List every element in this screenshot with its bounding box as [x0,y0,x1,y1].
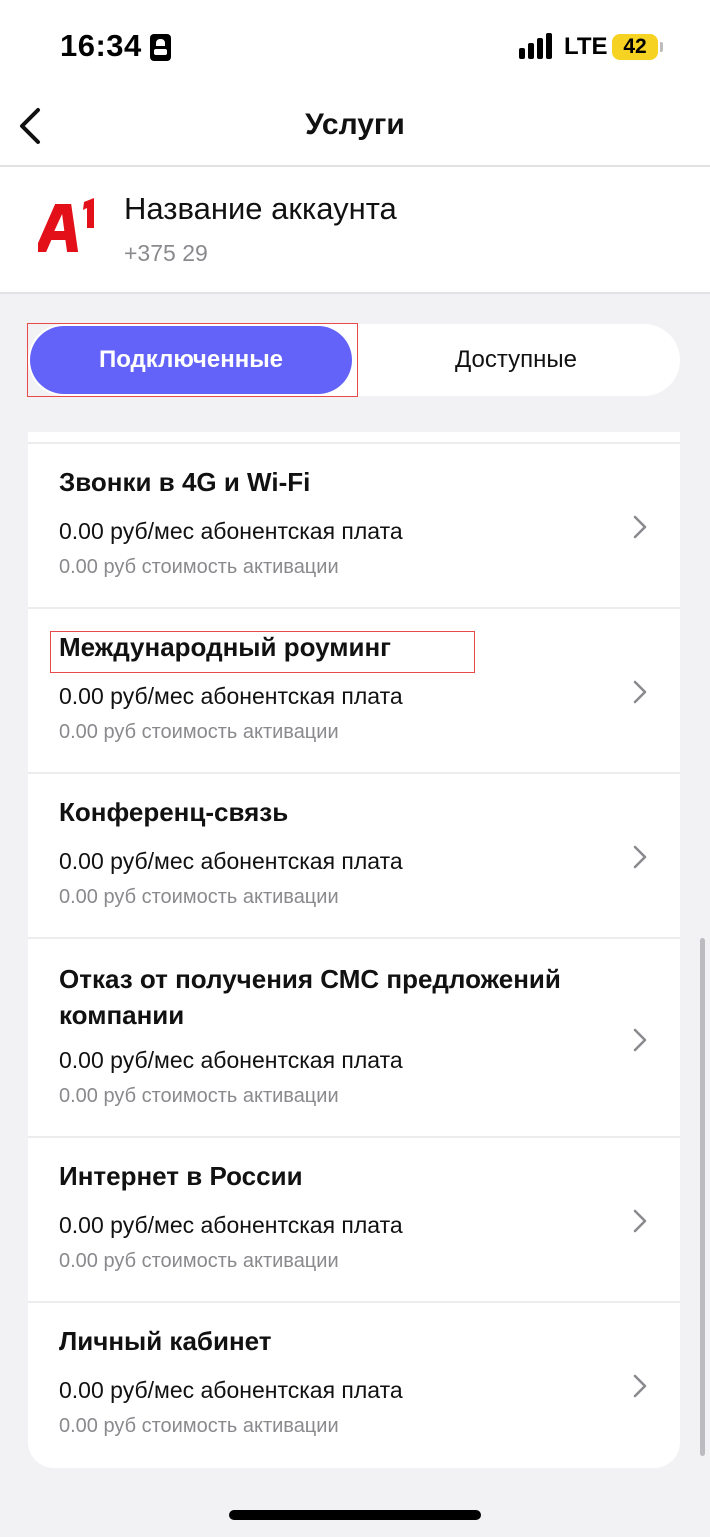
service-item-sms-offers-opt-out[interactable]: Отказ от получения СМС предложений компа… [28,939,680,1136]
account-name: Название аккаунта [124,191,397,226]
service-activation: 0.00 руб стоимость активации [59,886,339,908]
service-item-conference-call[interactable]: Конференц-связь 0.00 руб/мес абонентская… [28,774,680,937]
sim-card-icon [150,34,171,61]
home-indicator[interactable] [229,1510,481,1520]
network-type: LTE [564,33,608,60]
signal-icon [519,33,554,59]
service-fee: 0.00 руб/мес абонентская плата [59,1377,403,1403]
a1-logo-icon [38,198,94,252]
service-activation: 0.00 руб стоимость активации [59,556,339,578]
service-item-international-roaming[interactable]: Международный роуминг 0.00 руб/мес абоне… [28,609,680,772]
service-activation: 0.00 руб стоимость активации [59,1250,339,1272]
chevron-right-icon [633,515,647,539]
service-item-personal-account[interactable]: Личный кабинет 0.00 руб/мес абонентская … [28,1303,680,1466]
header-divider [0,165,710,167]
tab-connected[interactable]: Подключенные [30,326,352,394]
service-title: Личный кабинет [59,1326,272,1356]
services-tabs: Подключенные Доступные [28,324,680,396]
service-item-calls-4g-wifi[interactable]: Звонки в 4G и Wi-Fi 0.00 руб/мес абонент… [28,444,680,607]
service-fee: 0.00 руб/мес абонентская плата [59,1212,403,1238]
service-title: Звонки в 4G и Wi-Fi [59,467,311,497]
status-bar: 16:34 LTE 42 [0,0,710,96]
chevron-right-icon [633,680,647,704]
page-title: Услуги [305,108,405,141]
battery-level: 42 [623,35,647,58]
scrollbar[interactable] [700,938,705,1456]
tab-available[interactable]: Доступные [354,326,678,394]
service-activation: 0.00 руб стоимость активации [59,721,339,743]
account-divider [0,292,710,294]
status-time: 16:34 [60,28,142,63]
service-title: Отказ от получения СМС предложений компа… [59,964,561,1030]
service-item-internet-russia[interactable]: Интернет в России 0.00 руб/мес абонентск… [28,1138,680,1301]
chevron-right-icon [633,845,647,869]
chevron-right-icon [633,1028,647,1052]
chevron-right-icon [633,1374,647,1398]
service-activation: 0.00 руб стоимость активации [59,1415,339,1437]
service-fee: 0.00 руб/мес абонентская плата [59,518,403,544]
service-title: Международный роуминг [59,632,391,662]
nav-bar: Услуги [0,96,710,166]
chevron-right-icon [633,1209,647,1233]
service-fee: 0.00 руб/мес абонентская плата [59,848,403,874]
account-phone: +375 29 [124,240,208,266]
service-fee: 0.00 руб/мес абонентская плата [59,683,403,709]
service-title: Конференц-связь [59,797,289,827]
service-fee: 0.00 руб/мес абонентская плата [59,1047,403,1073]
services-list: Звонки в 4G и Wi-Fi 0.00 руб/мес абонент… [28,432,680,1468]
battery-charging-icon: 42 [612,34,663,60]
service-title: Интернет в России [59,1161,303,1191]
service-activation: 0.00 руб стоимость активации [59,1085,339,1107]
